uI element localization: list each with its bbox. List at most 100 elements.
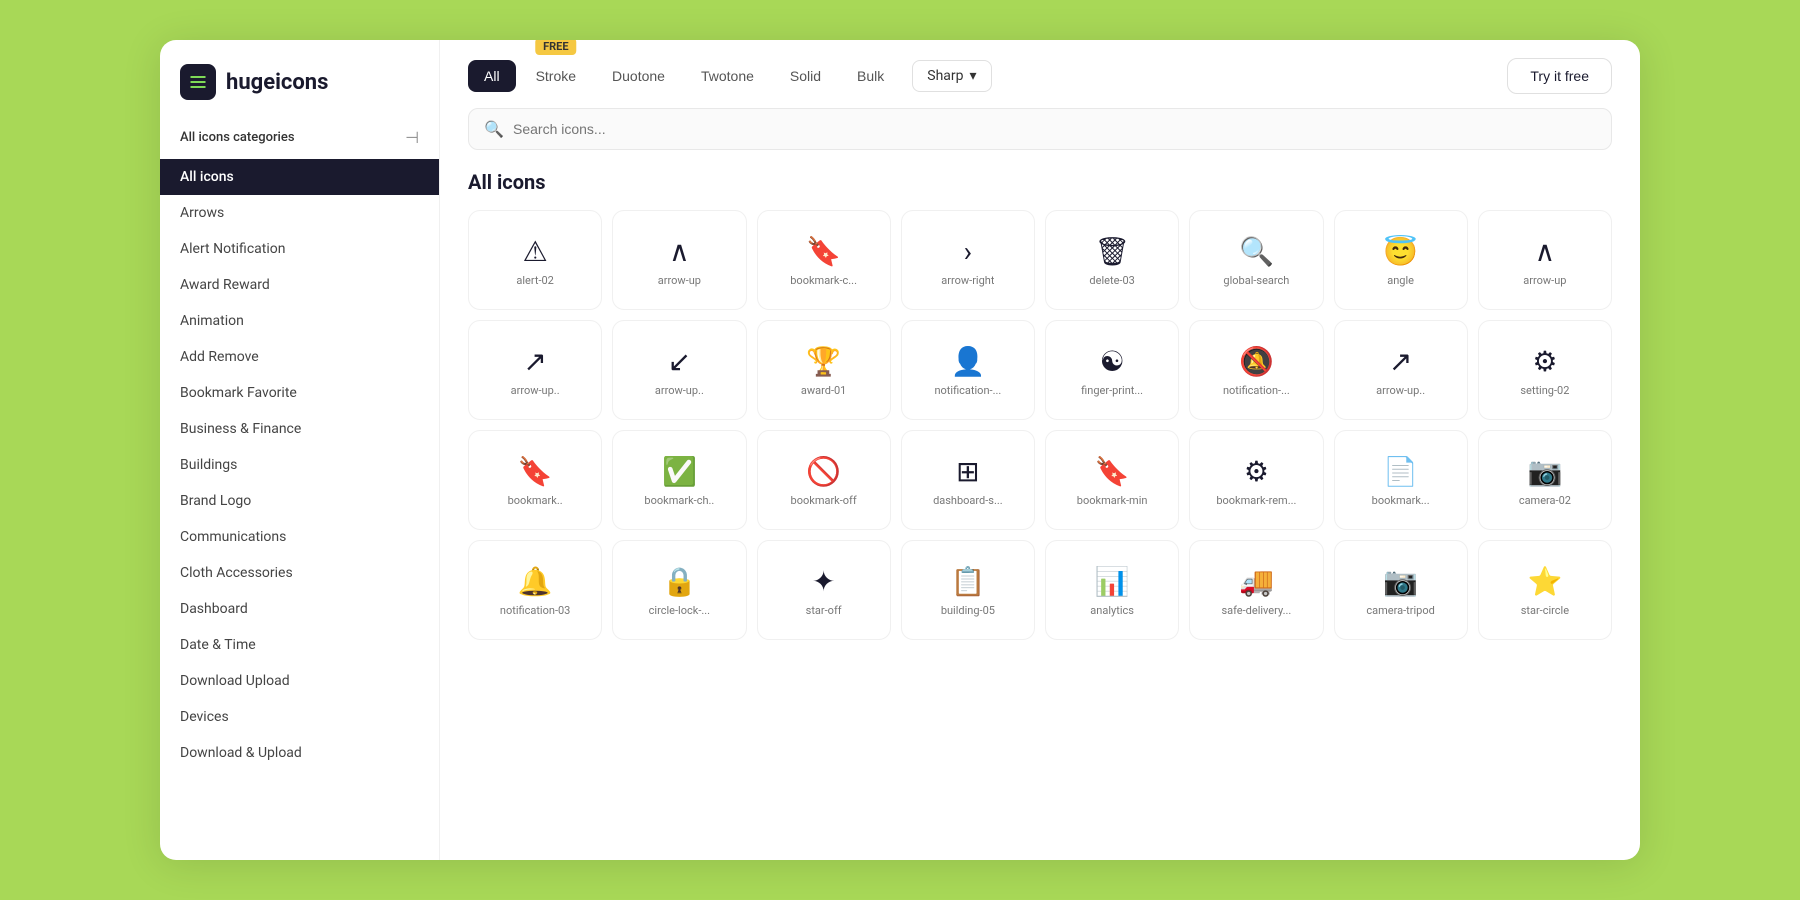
icon-symbol: 🔍 <box>1239 238 1274 266</box>
icon-symbol: 📷 <box>1383 568 1418 596</box>
icon-card[interactable]: 📷 camera-tripod <box>1334 540 1468 640</box>
icon-card[interactable]: 🚚 safe-delivery... <box>1189 540 1323 640</box>
sidebar-item[interactable]: Dashboard <box>160 591 439 627</box>
icon-card[interactable]: ⊞dashboard-s... <box>901 430 1035 530</box>
icon-symbol: 🏆 <box>806 348 841 376</box>
icon-card[interactable]: ›arrow-right <box>901 210 1035 310</box>
icon-label: arrow-up.. <box>511 384 560 397</box>
icon-symbol: ↙ <box>668 348 691 376</box>
app-container: hugeicons All icons categories ⊣ All ico… <box>160 40 1640 860</box>
sidebar-item[interactable]: Brand Logo <box>160 483 439 519</box>
icon-symbol: ⚙ <box>1244 458 1269 486</box>
search-input[interactable] <box>468 108 1612 150</box>
sidebar: hugeicons All icons categories ⊣ All ico… <box>160 40 440 860</box>
icon-symbol: ↗ <box>523 348 546 376</box>
content-area: All icons ⚠alert-02∧arrow-up🔖bookmark-c.… <box>440 150 1640 860</box>
tab-btn-all[interactable]: All <box>468 60 516 92</box>
icon-card[interactable]: ⚙setting-02 <box>1478 320 1612 420</box>
icon-card[interactable]: ☯finger-print... <box>1045 320 1179 420</box>
icon-card[interactable]: ⭐ star-circle <box>1478 540 1612 640</box>
icon-label: arrow-up <box>658 274 701 287</box>
tab-btn-duotone[interactable]: Duotone <box>596 60 681 92</box>
sidebar-item[interactable]: Devices <box>160 699 439 735</box>
icon-label: arrow-up.. <box>1376 384 1425 397</box>
chevron-down-icon: ▾ <box>970 68 977 84</box>
icon-card[interactable]: ∧ arrow-up <box>612 210 746 310</box>
collapse-icon[interactable]: ⊣ <box>405 128 419 147</box>
icon-symbol: 🔖 <box>518 458 553 486</box>
icon-card[interactable]: ✅bookmark-ch.. <box>612 430 746 530</box>
icon-card[interactable]: 😇angle <box>1334 210 1468 310</box>
icon-label: bookmark-off <box>791 494 857 507</box>
sidebar-item[interactable]: Cloth Accessories <box>160 555 439 591</box>
icon-card[interactable]: ↗ arrow-up.. <box>468 320 602 420</box>
icon-label: bookmark-min <box>1077 494 1148 507</box>
style-selector[interactable]: Sharp▾ <box>912 60 991 92</box>
sidebar-item[interactable]: Download & Upload <box>160 735 439 771</box>
icon-card[interactable]: 📷camera-02 <box>1478 430 1612 530</box>
sidebar-item[interactable]: Bookmark Favorite <box>160 375 439 411</box>
icon-card[interactable]: 📋building-05 <box>901 540 1035 640</box>
icon-symbol: 📊 <box>1095 568 1130 596</box>
sidebar-item[interactable]: Download Upload <box>160 663 439 699</box>
icon-card[interactable]: 🔍global-search <box>1189 210 1323 310</box>
icon-symbol: ∧ <box>669 238 690 266</box>
free-badge-wrap: FREEStroke <box>520 60 592 92</box>
sidebar-item[interactable]: Add Remove <box>160 339 439 375</box>
icon-label: safe-delivery... <box>1221 604 1291 617</box>
icon-label: alert-02 <box>516 274 554 287</box>
icon-card[interactable]: 👤notification-... <box>901 320 1035 420</box>
icon-card[interactable]: 🔕notification-... <box>1189 320 1323 420</box>
icon-symbol: ↗ <box>1389 348 1412 376</box>
icon-label: bookmark.. <box>508 494 563 507</box>
icon-card[interactable]: ✦star-off <box>757 540 891 640</box>
icon-card[interactable]: ∧arrow-up <box>1478 210 1612 310</box>
icon-symbol: 🚫 <box>806 458 841 486</box>
icon-label: bookmark-c... <box>790 274 857 287</box>
try-free-button[interactable]: Try it free <box>1507 58 1612 94</box>
sidebar-item[interactable]: Alert Notification <box>160 231 439 267</box>
icon-card[interactable]: ⚠alert-02 <box>468 210 602 310</box>
icon-card[interactable]: 🏆 award-01 <box>757 320 891 420</box>
icon-label: star-off <box>806 604 842 617</box>
tab-btn-twotone[interactable]: Twotone <box>685 60 770 92</box>
icon-card[interactable]: 🗑delete-03 <box>1045 210 1179 310</box>
logo-area: hugeicons <box>160 40 439 120</box>
icon-symbol: 📋 <box>950 568 985 596</box>
icon-label: arrow-up.. <box>655 384 704 397</box>
tab-btn-solid[interactable]: Solid <box>774 60 837 92</box>
tab-btn-stroke[interactable]: Stroke <box>520 60 592 92</box>
icon-card[interactable]: 🔖bookmark-c... <box>757 210 891 310</box>
icon-card[interactable]: ↗ arrow-up.. <box>1334 320 1468 420</box>
icon-label: bookmark-rem... <box>1216 494 1296 507</box>
icon-symbol: ∧ <box>1535 238 1556 266</box>
icon-card[interactable]: 📊analytics <box>1045 540 1179 640</box>
icon-card[interactable]: 📄bookmark... <box>1334 430 1468 530</box>
icon-card[interactable]: ⚙ bookmark-rem... <box>1189 430 1323 530</box>
icon-label: camera-tripod <box>1366 604 1434 617</box>
sidebar-item[interactable]: Communications <box>160 519 439 555</box>
icon-card[interactable]: 🚫 bookmark-off <box>757 430 891 530</box>
tab-btn-bulk[interactable]: Bulk <box>841 60 900 92</box>
icon-symbol: ⭐ <box>1527 568 1562 596</box>
icon-symbol: 🚚 <box>1239 568 1274 596</box>
icon-label: award-01 <box>801 384 846 397</box>
sidebar-item[interactable]: Business & Finance <box>160 411 439 447</box>
icon-label: star-circle <box>1521 604 1569 617</box>
sidebar-item[interactable]: Buildings <box>160 447 439 483</box>
icon-symbol: 👤 <box>950 348 985 376</box>
icon-card[interactable]: 🔖bookmark-min <box>1045 430 1179 530</box>
sidebar-item[interactable]: Award Reward <box>160 267 439 303</box>
sidebar-item[interactable]: Animation <box>160 303 439 339</box>
icon-symbol: 📷 <box>1527 458 1562 486</box>
icon-label: circle-lock-... <box>649 604 710 617</box>
icon-symbol: 😇 <box>1383 238 1418 266</box>
icon-card[interactable]: ↙ arrow-up.. <box>612 320 746 420</box>
icon-card[interactable]: 🔔notification-03 <box>468 540 602 640</box>
icon-card[interactable]: 🔒circle-lock-... <box>612 540 746 640</box>
icon-card[interactable]: 🔖 bookmark.. <box>468 430 602 530</box>
sidebar-nav: All iconsArrowsAlert NotificationAward R… <box>160 159 439 860</box>
sidebar-item[interactable]: Arrows <box>160 195 439 231</box>
sidebar-item[interactable]: Date & Time <box>160 627 439 663</box>
sidebar-item[interactable]: All icons <box>160 159 439 195</box>
